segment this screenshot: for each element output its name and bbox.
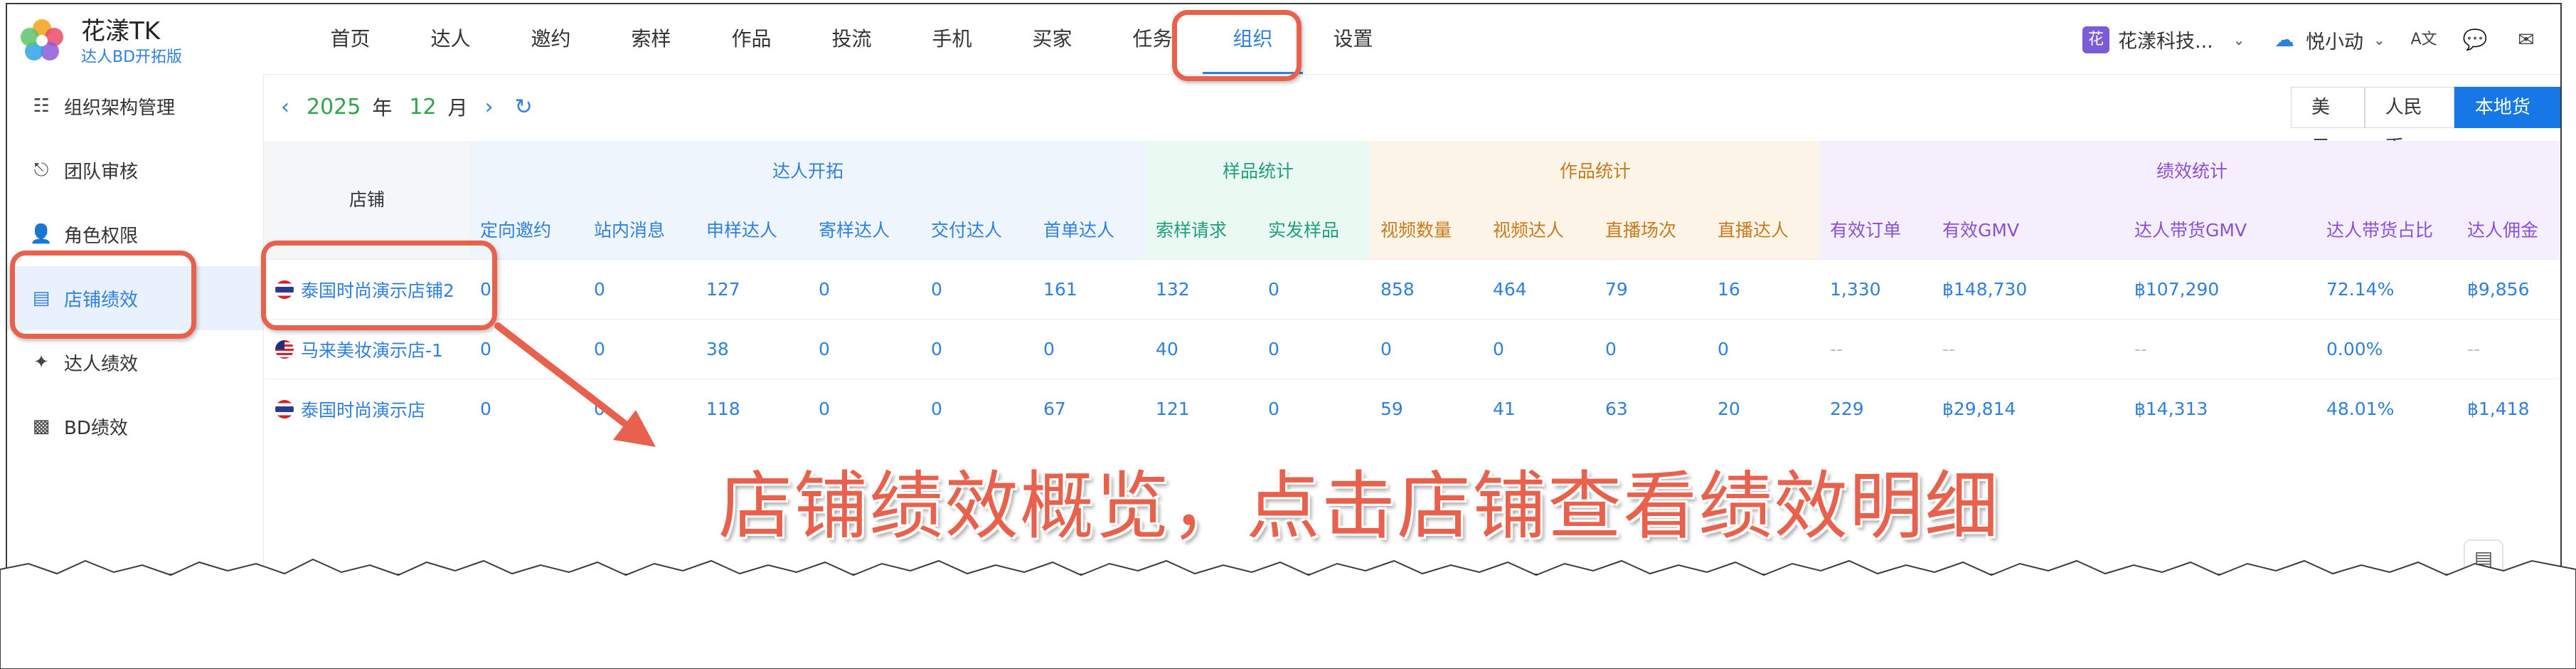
annotation-text: 店铺绩效概览，点击店铺查看绩效明细 xyxy=(718,463,2001,549)
app-window: 花漾TK 达人BD开拓版 首页 达人 邀约 索样 作品 投流 手机 买家 任务 … xyxy=(7,4,2560,574)
torn-edge xyxy=(0,558,2576,669)
